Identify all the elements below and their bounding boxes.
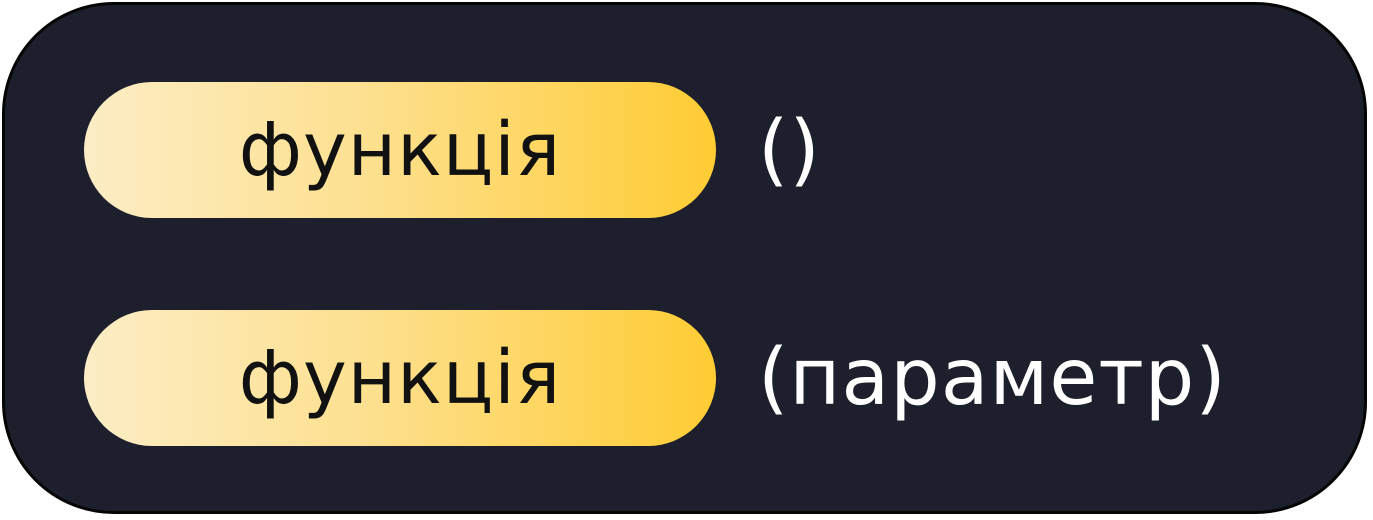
function-call-without-parameter: функція () (84, 82, 821, 218)
parameter-parentheses: (параметр) (758, 333, 1227, 423)
syntax-card: функція () функція (параметр) (2, 2, 1367, 514)
function-name-pill: функція (84, 310, 716, 446)
function-call-with-parameter: функція (параметр) (84, 310, 1227, 446)
empty-parentheses: () (758, 105, 821, 195)
function-name-pill: функція (84, 82, 716, 218)
